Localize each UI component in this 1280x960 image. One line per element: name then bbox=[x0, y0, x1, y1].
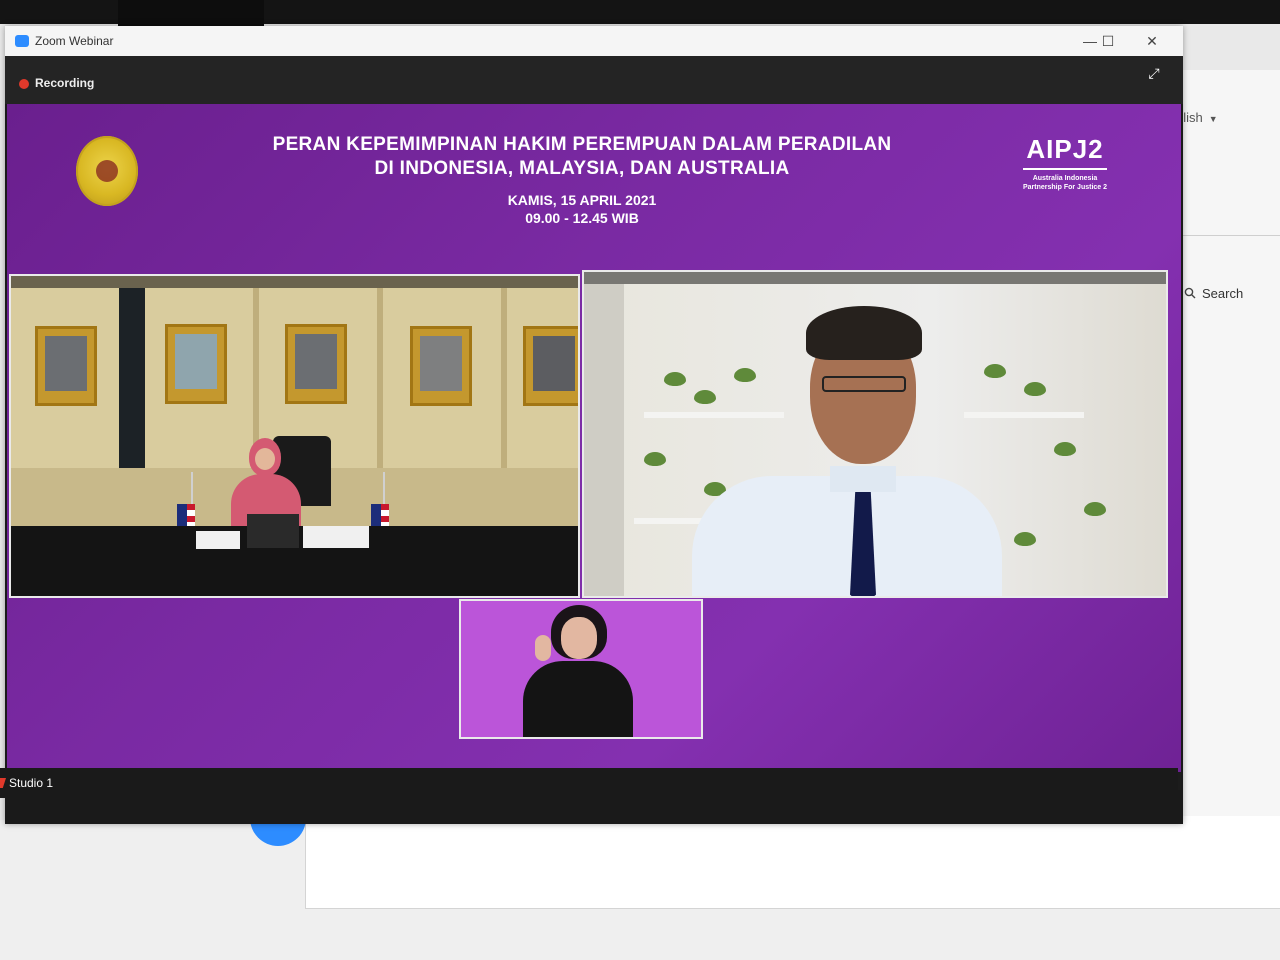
search-icon bbox=[1184, 287, 1196, 299]
recording-dot-icon bbox=[19, 79, 29, 89]
maximize-button[interactable]: ☐ bbox=[1091, 29, 1125, 53]
papers bbox=[303, 526, 369, 548]
background-card bbox=[305, 816, 1280, 909]
webinar-stage: PERAN KEPEMIMPINAN HAKIM PEREMPUAN DALAM… bbox=[7, 104, 1181, 772]
slide-title-line1: PERAN KEPEMIMPINAN HAKIM PEREMPUAN DALAM… bbox=[272, 134, 892, 155]
sign-interpreter bbox=[523, 605, 633, 737]
slide-date: KAMIS, 15 APRIL 2021 bbox=[507, 192, 657, 208]
wall-pillar bbox=[119, 288, 145, 468]
zoom-webinar-window: Zoom Webinar — ☐ ✕ Recording ⤢ PERAN KEP… bbox=[5, 26, 1183, 824]
plant-leaf bbox=[664, 372, 686, 386]
taskbar-item-label[interactable]: Studio 1 bbox=[9, 776, 53, 790]
close-button[interactable]: ✕ bbox=[1135, 29, 1169, 53]
search-label: Search bbox=[1202, 285, 1244, 301]
studio-app-icon bbox=[0, 778, 6, 788]
recording-label: Recording bbox=[35, 76, 95, 90]
background-browser-window bbox=[1170, 70, 1280, 940]
portrait-frame bbox=[35, 326, 97, 406]
portrait-frame bbox=[165, 324, 227, 404]
logo-subtitle-2: Partnership For Justice 2 bbox=[1022, 184, 1108, 191]
fullscreen-icon[interactable]: ⤢ bbox=[1145, 64, 1163, 82]
portrait-frame bbox=[410, 326, 472, 406]
logo-subtitle-1: Australia Indonesia bbox=[1032, 175, 1098, 182]
top-black-bar bbox=[0, 0, 1280, 50]
divider bbox=[1176, 235, 1280, 236]
speaker-man bbox=[692, 306, 1002, 596]
logo-rule bbox=[1023, 168, 1107, 170]
papers bbox=[196, 531, 240, 549]
desk-monitor bbox=[247, 514, 299, 548]
plant-leaf bbox=[1024, 382, 1046, 396]
title-bar: Zoom Webinar — ☐ ✕ bbox=[5, 26, 1183, 56]
slide-time: 09.00 - 12.45 WIB bbox=[525, 210, 639, 226]
panel-toolbar bbox=[584, 272, 1166, 284]
chevron-down-icon: ▼ bbox=[1208, 114, 1218, 124]
sign-language-interpreter-panel[interactable] bbox=[459, 599, 703, 739]
plant-leaf bbox=[1084, 502, 1106, 516]
plant-leaf bbox=[1054, 442, 1076, 456]
taskbar: Studio 1 bbox=[0, 768, 1178, 798]
court-seal-icon bbox=[76, 136, 138, 206]
portrait-frame bbox=[523, 326, 578, 406]
logo-text: AIPJ2 bbox=[1026, 134, 1104, 164]
plant-leaf bbox=[644, 452, 666, 466]
slide-header: PERAN KEPEMIMPINAN HAKIM PEREMPUAN DALAM… bbox=[222, 134, 942, 226]
zoom-logo-icon bbox=[15, 35, 29, 47]
search-button[interactable]: Search bbox=[1184, 282, 1280, 304]
slide-title-line2: DI INDONESIA, MALAYSIA, DAN AUSTRALIA bbox=[374, 158, 790, 179]
video-panel-left[interactable] bbox=[9, 274, 580, 598]
recording-bar: Recording bbox=[5, 56, 1183, 104]
plant-leaf bbox=[1014, 532, 1036, 546]
panel-toolbar bbox=[11, 276, 578, 288]
curtain bbox=[584, 284, 624, 596]
window-title: Zoom Webinar bbox=[35, 34, 114, 48]
aipj2-logo: AIPJ2 Australia Indonesia Partnership Fo… bbox=[1015, 134, 1115, 192]
video-panel-right[interactable] bbox=[582, 270, 1168, 598]
portrait-frame bbox=[285, 324, 347, 404]
